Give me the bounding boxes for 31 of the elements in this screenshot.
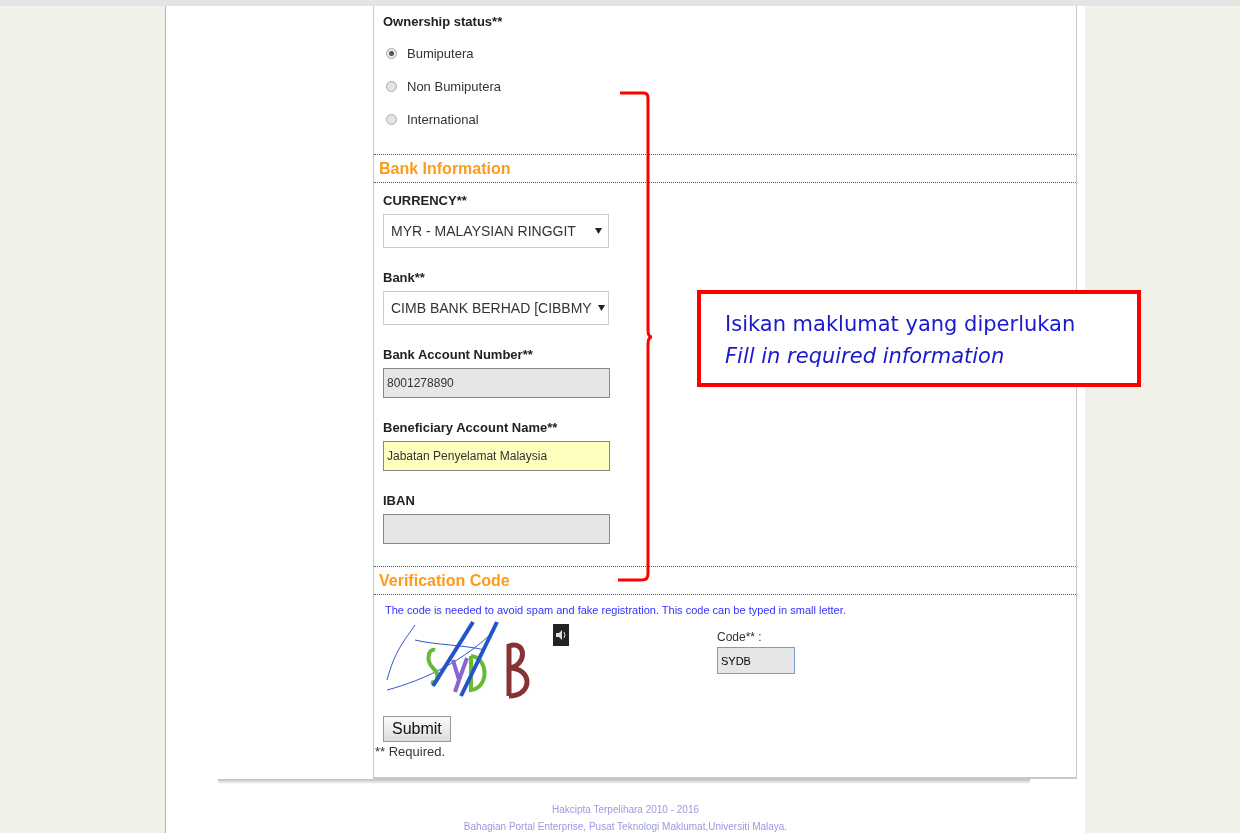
radio-label[interactable]: Bumiputera bbox=[407, 46, 474, 61]
footer-text: Bahagian Portal Enterprise, Pusat Teknologi Maklumat,Universiti Malaya. bbox=[463, 821, 788, 832]
submit-button[interactable]: Submit bbox=[383, 716, 451, 742]
annotation-text: Isikan maklumat yang diperlukan bbox=[725, 311, 1076, 338]
field-label: Bank** bbox=[383, 270, 425, 285]
radio-button[interactable] bbox=[386, 114, 397, 125]
footer-text: Hakcipta Terpelihara 2010 - 2016 bbox=[551, 804, 700, 815]
caret-icon bbox=[595, 228, 602, 234]
field-label: Code** : bbox=[717, 630, 763, 644]
field-label: IBAN bbox=[383, 493, 415, 508]
dropdown[interactable]: CIMB BANK BERHAD [CIBBMY bbox=[383, 291, 609, 325]
radio-button[interactable] bbox=[386, 48, 397, 59]
section-heading: Verification Code bbox=[379, 572, 510, 590]
caret-icon bbox=[597, 305, 605, 311]
instruction-text: The code is needed to avoid spam and fake registration. This code can be typed in small letter. bbox=[384, 603, 847, 616]
input-field[interactable]: Jabatan Penyelamat Malaysia bbox=[383, 441, 610, 471]
code-input-field[interactable]: SYDB bbox=[717, 647, 795, 674]
radio-label[interactable]: Non Bumiputera bbox=[407, 79, 501, 94]
field-label: Beneficiary Account Name** bbox=[383, 420, 558, 435]
radio-button[interactable] bbox=[386, 81, 397, 92]
input-field[interactable] bbox=[383, 514, 610, 544]
field-label: Bank Account Number** bbox=[383, 347, 533, 362]
dropdown[interactable]: MYR - MALAYSIAN RINGGIT bbox=[383, 214, 609, 248]
section-heading: Bank Information bbox=[379, 160, 511, 178]
annotation-text: Fill in required information bbox=[725, 343, 1005, 370]
speaker-icon[interactable] bbox=[553, 624, 569, 646]
field-label: Ownership status** bbox=[383, 14, 503, 29]
required-note: ** Required. bbox=[374, 744, 447, 759]
radio-label[interactable]: International bbox=[407, 112, 479, 127]
input-field[interactable]: 8001278890 bbox=[383, 368, 610, 398]
field-label: CURRENCY** bbox=[383, 193, 467, 208]
